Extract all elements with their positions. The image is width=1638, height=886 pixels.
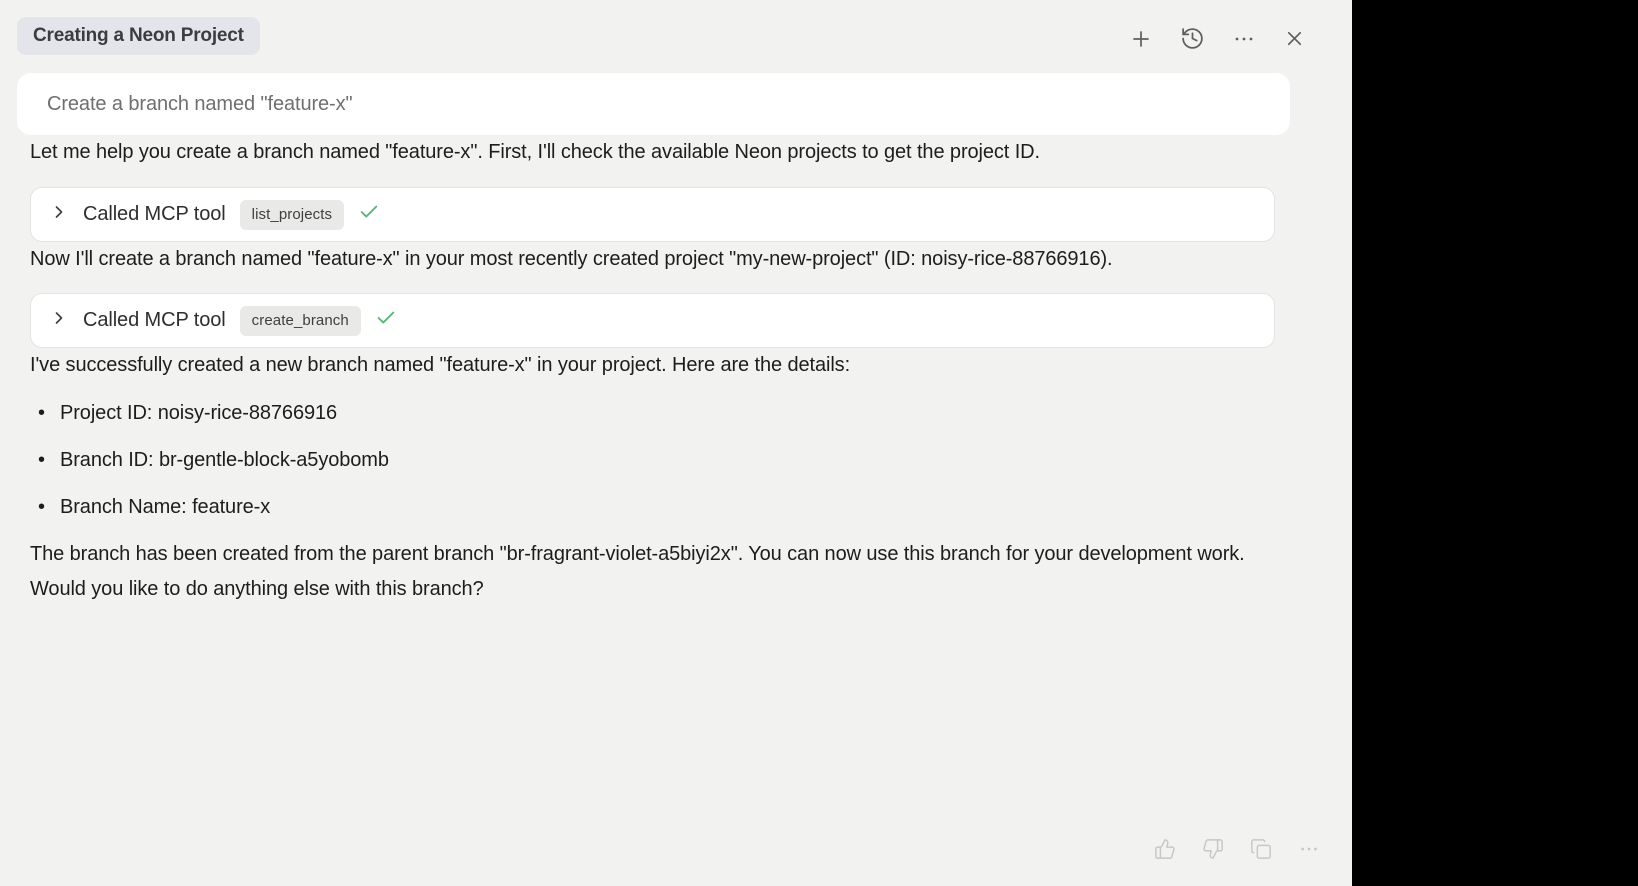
- tool-name-badge: create_branch: [240, 306, 361, 336]
- chat-title[interactable]: Creating a Neon Project: [17, 17, 260, 55]
- window-header: Creating a Neon Project: [0, 0, 1352, 55]
- copy-icon: [1250, 838, 1272, 860]
- ellipsis-icon: [1298, 838, 1320, 860]
- prompt-input[interactable]: Create a branch named "feature-x": [17, 73, 1290, 135]
- history-button[interactable]: [1180, 26, 1205, 51]
- close-icon: [1283, 27, 1306, 50]
- chevron-right-icon: [49, 308, 69, 333]
- tool-call-card-list-projects[interactable]: Called MCP tool list_projects: [30, 187, 1275, 242]
- tool-call-label: Called MCP tool: [83, 203, 226, 226]
- success-check-icon: [358, 201, 380, 228]
- success-check-icon: [375, 307, 397, 334]
- ellipsis-icon: [1232, 27, 1256, 51]
- more-options-button[interactable]: [1298, 838, 1320, 860]
- chevron-right-icon: [49, 202, 69, 227]
- assistant-paragraph: I've successfully created a new branch n…: [30, 348, 1275, 383]
- assistant-paragraph: Now I'll create a branch named "feature-…: [30, 242, 1275, 277]
- assistant-paragraph: The branch has been created from the par…: [30, 537, 1275, 607]
- new-chat-button[interactable]: [1129, 27, 1153, 51]
- conversation-area: Let me help you create a branch named "f…: [0, 135, 1352, 607]
- tool-call-label: Called MCP tool: [83, 309, 226, 332]
- assistant-paragraph: Let me help you create a branch named "f…: [30, 135, 1275, 170]
- thumbs-up-icon: [1154, 838, 1176, 860]
- branch-details-list: Project ID: noisy-rice-88766916 Branch I…: [30, 396, 1275, 525]
- plus-icon: [1129, 27, 1153, 51]
- message-actions: [1154, 838, 1320, 860]
- thumbs-down-icon: [1202, 838, 1224, 860]
- list-item: Branch Name: feature-x: [30, 490, 1275, 525]
- copy-button[interactable]: [1250, 838, 1272, 860]
- header-actions: [1129, 26, 1306, 51]
- close-button[interactable]: [1283, 27, 1306, 50]
- more-options-button[interactable]: [1232, 27, 1256, 51]
- thumbs-up-button[interactable]: [1154, 838, 1176, 860]
- list-item: Project ID: noisy-rice-88766916: [30, 396, 1275, 431]
- chat-window: Creating a Neon Project: [0, 0, 1352, 886]
- tool-call-card-create-branch[interactable]: Called MCP tool create_branch: [30, 293, 1275, 348]
- history-icon: [1180, 26, 1205, 51]
- thumbs-down-button[interactable]: [1202, 838, 1224, 860]
- list-item: Branch ID: br-gentle-block-a5yobomb: [30, 443, 1275, 478]
- tool-name-badge: list_projects: [240, 200, 345, 230]
